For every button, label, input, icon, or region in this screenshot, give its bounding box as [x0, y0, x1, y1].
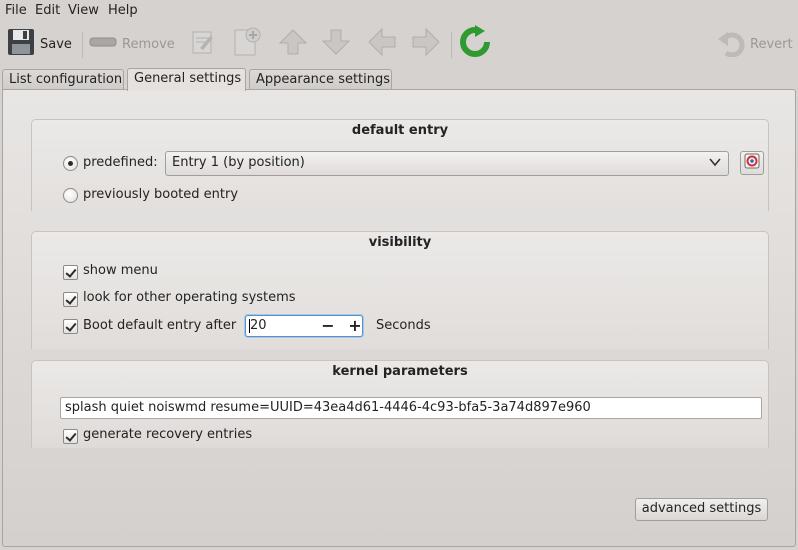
new-document-icon: [231, 26, 263, 62]
predefined-label: predefined:: [83, 155, 158, 170]
revert-button[interactable]: Revert: [716, 26, 793, 62]
add-entry-button[interactable]: [231, 26, 263, 62]
show-menu-label: show menu: [83, 263, 158, 278]
edit-pencil-icon: [190, 28, 216, 60]
minus-icon[interactable]: −: [321, 317, 335, 335]
general-settings-page: default entry predefined: Entry 1 (by po…: [2, 89, 796, 547]
remove-button[interactable]: Remove: [88, 26, 175, 62]
kernel-parameters-title: kernel parameters: [332, 364, 468, 379]
default-entry-group: default entry predefined: Entry 1 (by po…: [31, 119, 769, 211]
advanced-settings-button[interactable]: advanced settings: [635, 498, 768, 521]
arrow-up-icon: [278, 27, 308, 61]
menu-edit[interactable]: Edit: [35, 3, 60, 18]
revert-label: Revert: [750, 36, 793, 52]
edit-entry-button[interactable]: [190, 26, 216, 62]
refresh-icon: [458, 25, 492, 63]
look-other-os-label: look for other operating systems: [83, 290, 296, 305]
seconds-label: Seconds: [376, 318, 431, 333]
default-entry-action-button[interactable]: [740, 151, 764, 175]
remove-label: Remove: [122, 36, 175, 52]
tab-bar: List configuration General settings Appe…: [0, 68, 798, 91]
kernel-parameters-input[interactable]: splash quiet noiswmd resume=UUID=43ea4d6…: [60, 397, 762, 419]
boot-default-after-label: Boot default entry after: [83, 318, 237, 333]
visibility-title: visibility: [368, 235, 432, 250]
toolbar: Save Remove Revert: [0, 22, 798, 68]
floppy-disk-icon: [6, 27, 36, 61]
save-label: Save: [40, 36, 72, 52]
move-down-button[interactable]: [321, 26, 351, 62]
look-other-os-checkbox[interactable]: [63, 292, 78, 307]
toolbar-separator: [82, 32, 83, 58]
save-button[interactable]: Save: [6, 26, 72, 62]
menu-help[interactable]: Help: [108, 3, 138, 18]
chevron-down-icon: [708, 155, 722, 169]
show-menu-checkbox[interactable]: [63, 265, 78, 280]
toolbar-separator: [451, 32, 452, 58]
arrow-right-icon: [410, 27, 442, 61]
visibility-group: visibility show menu look for other oper…: [31, 231, 769, 349]
move-up-button[interactable]: [278, 26, 308, 62]
previously-booted-radio[interactable]: [63, 188, 78, 203]
predefined-radio[interactable]: [63, 156, 78, 171]
timeout-spinbox[interactable]: 20 − +: [245, 315, 363, 337]
default-entry-value: Entry 1 (by position): [172, 155, 305, 170]
move-right-button[interactable]: [410, 26, 442, 62]
refresh-button[interactable]: [458, 25, 492, 63]
arrow-down-icon: [321, 27, 351, 61]
tab-general-settings[interactable]: General settings: [127, 68, 246, 91]
recovery-entries-checkbox[interactable]: [63, 429, 78, 444]
tab-appearance-settings[interactable]: Appearance settings: [249, 69, 392, 90]
boot-default-after-checkbox[interactable]: [63, 319, 78, 334]
properties-icon: [744, 153, 760, 173]
menu-file[interactable]: File: [5, 3, 27, 18]
menu-view[interactable]: View: [68, 3, 99, 18]
move-left-button[interactable]: [366, 26, 398, 62]
tab-list-configuration[interactable]: List configuration: [2, 69, 124, 90]
plus-icon[interactable]: +: [348, 317, 362, 335]
default-entry-title: default entry: [351, 123, 449, 138]
menu-bar: File Edit View Help: [0, 0, 798, 22]
kernel-parameters-group: kernel parameters splash quiet noiswmd r…: [31, 360, 769, 448]
recovery-entries-label: generate recovery entries: [83, 427, 253, 442]
previously-booted-label: previously booted entry: [83, 187, 239, 202]
revert-icon: [716, 27, 746, 61]
arrow-left-icon: [366, 27, 398, 61]
default-entry-combo[interactable]: Entry 1 (by position): [165, 151, 729, 176]
remove-icon: [88, 32, 118, 56]
timeout-value: 20: [250, 318, 267, 333]
